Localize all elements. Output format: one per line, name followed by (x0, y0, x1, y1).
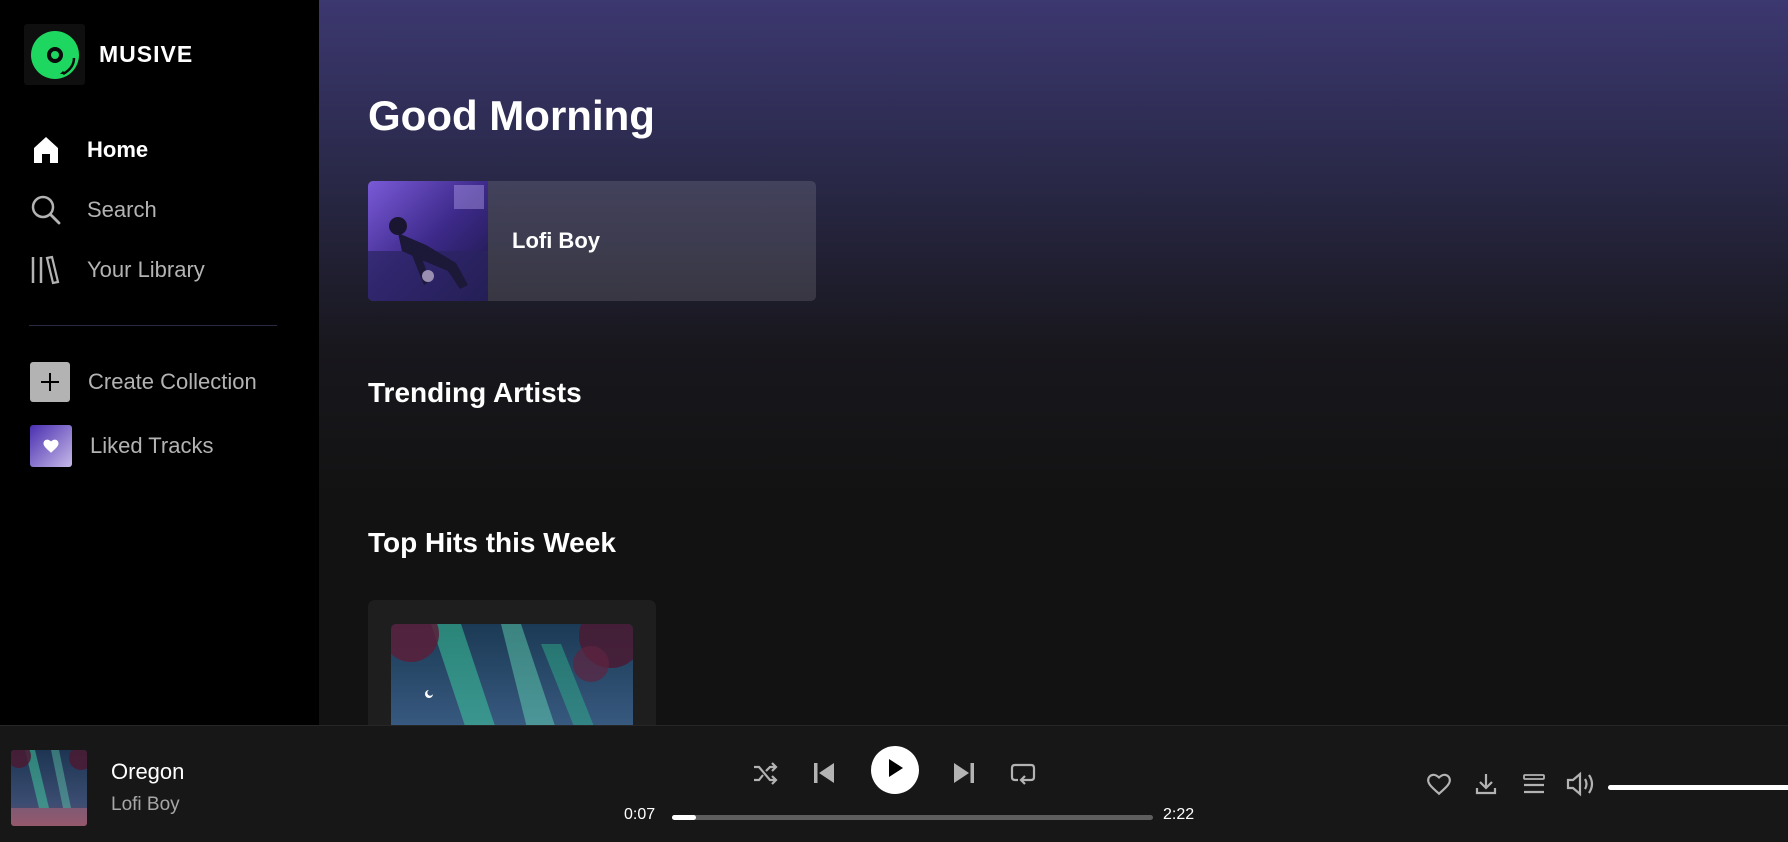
library-icon (30, 254, 62, 286)
liked-tracks-item[interactable]: Liked Tracks (0, 414, 319, 478)
download-button[interactable] (1472, 772, 1500, 800)
liked-tracks-label: Liked Tracks (90, 433, 214, 458)
main-content[interactable]: Good Morning Lofi Boy Trending Artists T… (319, 0, 1788, 725)
plus-icon (30, 362, 70, 402)
download-icon (1474, 772, 1498, 801)
album-art (368, 181, 488, 301)
shuffle-button[interactable] (749, 759, 781, 791)
shuffle-icon (751, 759, 779, 792)
player-bar: Oregon Lofi Boy 0:07 2:22 (0, 725, 1788, 842)
logo-icon (24, 24, 85, 85)
sidebar-item-home[interactable]: Home (0, 120, 319, 180)
total-time: 2:22 (1163, 806, 1195, 823)
previous-icon (811, 760, 837, 791)
previous-button[interactable] (808, 759, 840, 791)
quick-pick-card[interactable]: Lofi Boy (368, 181, 816, 301)
queue-button[interactable] (1520, 772, 1548, 800)
queue-icon (1521, 772, 1547, 801)
brand-name: MUSIVE (99, 41, 194, 67)
logo[interactable]: MUSIVE (24, 24, 193, 85)
next-button[interactable] (948, 759, 980, 791)
sidebar-item-label: Home (87, 137, 149, 162)
sidebar-item-search[interactable]: Search (0, 180, 319, 240)
volume-icon (1565, 771, 1597, 802)
progress-fill (672, 815, 697, 820)
now-playing-artist[interactable]: Lofi Boy (111, 794, 180, 816)
sidebar-item-label: Search (87, 197, 157, 222)
album-art (391, 624, 633, 725)
create-collection-button[interactable]: Create Collection (0, 350, 319, 414)
current-time: 0:07 (624, 806, 656, 823)
search-icon (30, 194, 62, 226)
create-collection-label: Create Collection (88, 369, 257, 394)
repeat-icon (1009, 759, 1037, 792)
volume-slider[interactable] (1608, 785, 1788, 790)
home-icon (30, 134, 62, 166)
volume-fill (1608, 785, 1788, 790)
sidebar-item-label: Your Library (87, 257, 205, 282)
next-icon (951, 760, 977, 791)
top-hit-card[interactable] (368, 600, 656, 725)
play-button[interactable] (871, 746, 919, 794)
top-hits-heading: Top Hits this Week (368, 527, 616, 558)
sidebar: MUSIVE Home Search Your Library Create C… (0, 0, 319, 725)
now-playing-title[interactable]: Oregon (111, 759, 184, 785)
sidebar-divider (29, 325, 277, 326)
trending-artists-heading: Trending Artists (368, 377, 582, 408)
page-title: Good Morning (368, 92, 655, 139)
now-playing-art[interactable] (11, 750, 87, 826)
quick-pick-title: Lofi Boy (512, 228, 600, 253)
play-icon (885, 757, 905, 784)
sidebar-collections: Create Collection Liked Tracks (0, 350, 319, 478)
sidebar-nav: Home Search Your Library (0, 120, 319, 300)
progress-bar[interactable] (672, 815, 1153, 820)
heart-icon (30, 425, 72, 467)
repeat-button[interactable] (1007, 759, 1039, 791)
sidebar-item-library[interactable]: Your Library (0, 240, 319, 300)
heart-icon (1426, 772, 1452, 801)
volume-button[interactable] (1565, 771, 1597, 802)
like-button[interactable] (1425, 772, 1453, 800)
